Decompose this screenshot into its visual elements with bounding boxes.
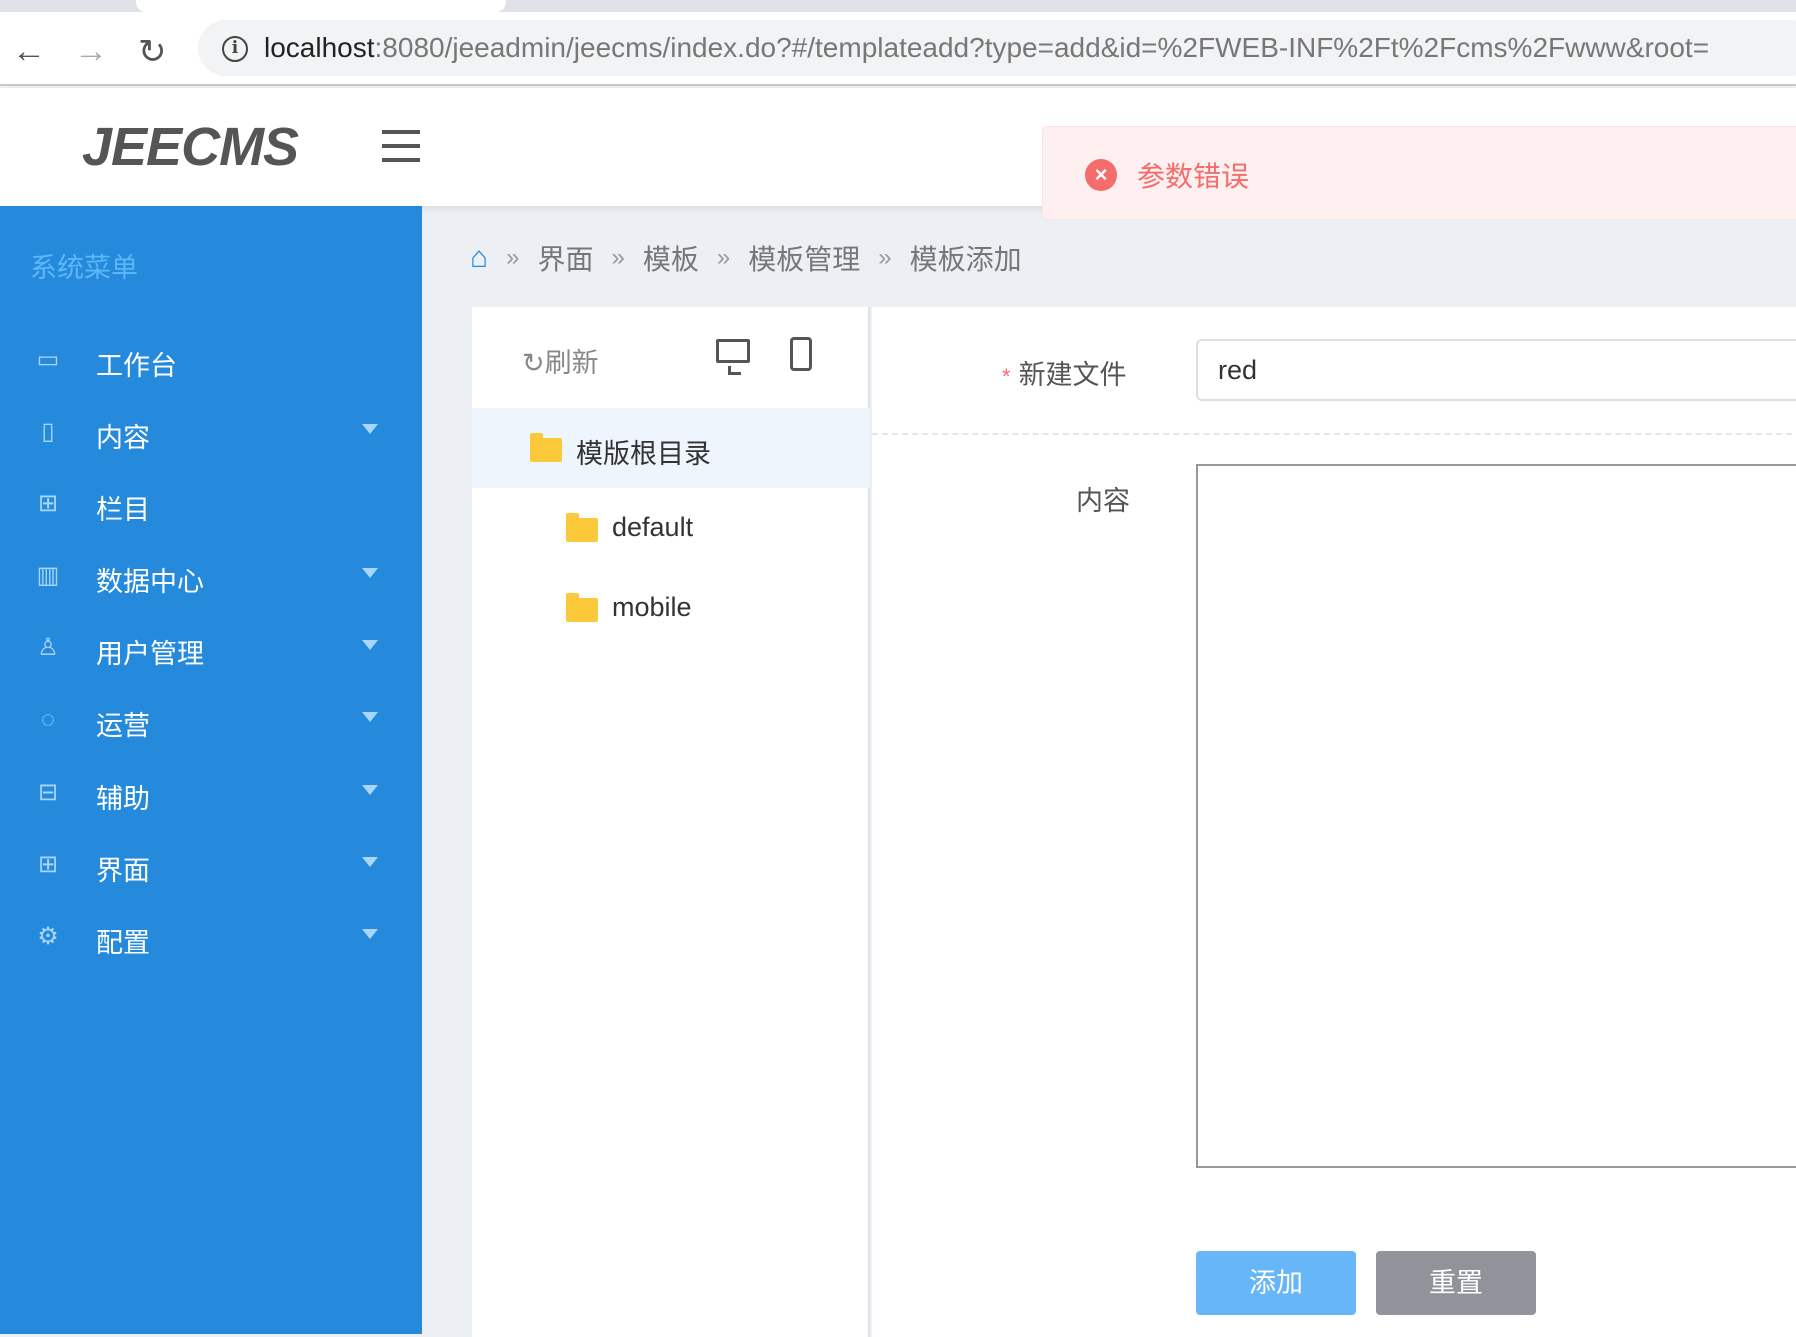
sidebar-item-content[interactable]: ▯ 内容	[0, 402, 422, 462]
template-form: * 新建文件 red 内容 添加 重置	[872, 307, 1796, 1337]
caret-down-icon	[362, 568, 378, 578]
breadcrumb-item[interactable]: 模板管理	[748, 238, 860, 278]
sidebar-item-label: 用户管理	[96, 639, 204, 669]
bar-chart-icon: ▥	[36, 562, 60, 589]
sidebar-item-label: 运营	[96, 711, 150, 741]
sidebar-item-label: 界面	[96, 856, 150, 886]
sidebar-item-operations[interactable]: ◌ 运营	[0, 690, 422, 750]
logo: JEECMS	[82, 117, 299, 177]
breadcrumb-item[interactable]: 模板	[643, 238, 699, 278]
browser-toolbar: ← → ↻ localhost:8080/jeeadmin/jeecms/ind…	[0, 12, 1796, 86]
sidebar-item-users[interactable]: ♙ 用户管理	[0, 618, 422, 678]
error-icon: ×	[1085, 159, 1117, 191]
refresh-button[interactable]: ↻刷新	[522, 341, 599, 380]
home-icon[interactable]: ⌂	[470, 241, 488, 275]
mobile-icon[interactable]	[790, 337, 812, 371]
tree-node-mobile[interactable]: mobile	[472, 568, 870, 648]
tree-node-label: default	[612, 512, 694, 542]
layout-icon: ⊞	[37, 851, 59, 878]
breadcrumb-item: 模板添加	[909, 244, 1022, 275]
chevron-right-icon: »	[611, 244, 625, 271]
tree-node-label: mobile	[612, 592, 692, 622]
folder-icon	[566, 593, 598, 622]
sidebar: 系统菜单 ▭ 工作台 ▯ 内容 ⊞ 栏目 ▥ 数据中心 ♙ 用户管理 ◌ 运营 ⊟ 辅助 ⊞ 界…	[0, 206, 422, 1334]
sidebar-item-config[interactable]: ⚙ 配置	[0, 907, 422, 967]
sidebar-item-assist[interactable]: ⊟ 辅助	[0, 763, 422, 823]
folder-icon	[566, 513, 598, 542]
tree-node-default[interactable]: default	[472, 488, 870, 568]
tree-node-label: 模版根目录	[576, 439, 711, 469]
sidebar-item-label: 栏目	[96, 495, 150, 525]
monitor-icon: ▭	[36, 346, 60, 373]
sidebar-item-label: 工作台	[96, 351, 177, 381]
url-path: :8080/jeeadmin/jeecms/index.do?#/templat…	[374, 32, 1710, 63]
add-button[interactable]: 添加	[1196, 1251, 1356, 1315]
back-icon[interactable]: ←	[12, 32, 46, 71]
reset-button[interactable]: 重置	[1376, 1251, 1536, 1315]
sidebar-item-workbench[interactable]: ▭ 工作台	[0, 330, 422, 390]
template-tree-panel: ↻刷新 模版根目录 default mobile	[472, 307, 870, 1337]
sidebar-item-data-center[interactable]: ▥ 数据中心	[0, 546, 422, 606]
filename-label: * 新建文件	[1002, 360, 1127, 390]
user-icon: ♙	[37, 634, 59, 661]
sidebar-item-channel[interactable]: ⊞ 栏目	[0, 474, 422, 534]
content-textarea[interactable]	[1196, 464, 1796, 1168]
gear-icon: ⚙	[37, 923, 59, 950]
cycle-icon: ◌	[40, 706, 56, 733]
document-icon: ▯	[41, 418, 55, 445]
sidebar-title: 系统菜单	[30, 253, 138, 283]
sidebar-item-label: 数据中心	[96, 567, 204, 597]
refresh-icon: ↻	[522, 348, 545, 378]
grid-icon: ⊞	[37, 490, 59, 517]
desktop-icon[interactable]	[716, 339, 750, 375]
refresh-label: 刷新	[544, 348, 599, 378]
forward-icon[interactable]: →	[74, 32, 108, 71]
breadcrumb-item[interactable]: 界面	[537, 238, 593, 278]
error-message: 参数错误	[1137, 161, 1250, 192]
browser-tab[interactable]	[136, 0, 506, 12]
caret-down-icon	[362, 785, 378, 795]
sidebar-item-label: 配置	[96, 928, 150, 958]
filename-input[interactable]: red	[1196, 339, 1796, 401]
caret-down-icon	[362, 712, 378, 722]
toolbox-icon: ⊟	[37, 779, 59, 806]
url-host: localhost	[264, 32, 375, 63]
breadcrumb: ⌂ » 界面 » 模板 » 模板管理 » 模板添加	[470, 238, 1022, 278]
info-icon[interactable]: i	[222, 36, 248, 62]
caret-down-icon	[362, 424, 378, 434]
chevron-right-icon: »	[878, 244, 892, 271]
tree-node-root[interactable]: 模版根目录	[472, 408, 870, 488]
sidebar-item-label: 辅助	[96, 784, 150, 814]
content-label: 内容	[1076, 486, 1130, 516]
reload-icon[interactable]: ↻	[138, 32, 167, 72]
sidebar-item-interface[interactable]: ⊞ 界面	[0, 835, 422, 895]
browser-tab-strip	[0, 0, 1796, 12]
chevron-right-icon: »	[506, 244, 520, 271]
chevron-right-icon: »	[716, 244, 731, 271]
sidebar-item-label: 内容	[96, 423, 150, 453]
error-toast: × 参数错误	[1042, 126, 1796, 220]
caret-down-icon	[362, 640, 378, 650]
folder-open-icon	[530, 433, 562, 462]
filename-label-text: 新建文件	[1018, 360, 1127, 390]
divider	[872, 433, 1796, 435]
menu-toggle-icon[interactable]	[382, 130, 420, 172]
caret-down-icon	[362, 857, 378, 867]
caret-down-icon	[362, 929, 378, 939]
address-bar[interactable]: localhost:8080/jeeadmin/jeecms/index.do?…	[198, 20, 1796, 76]
